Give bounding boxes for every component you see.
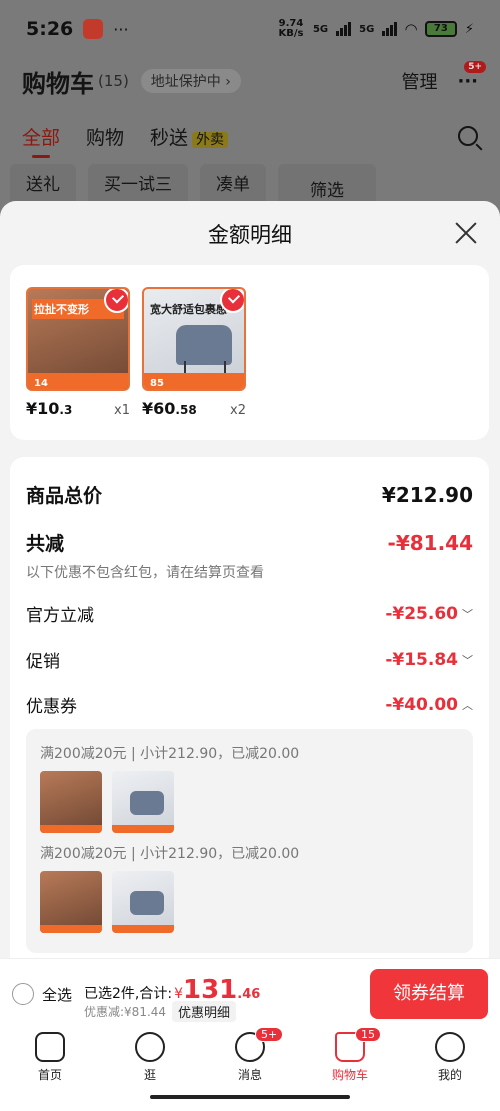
price-breakdown-card: 商品总价 ¥212.90 共减 -¥81.44 以下优惠不包含红包，请在结算页查… bbox=[10, 457, 489, 1017]
wifi-icon: ◠ bbox=[405, 20, 417, 38]
more-button[interactable]: ··· 5+ bbox=[457, 60, 486, 92]
home-indicator bbox=[150, 1095, 350, 1099]
official-label: 官方立减 bbox=[26, 606, 94, 626]
browse-icon bbox=[135, 1032, 165, 1062]
address-protect-label: 地址保护中 bbox=[150, 74, 221, 90]
cart-tabs: 全部 购物 秒送 外卖 bbox=[22, 120, 478, 158]
total-value: ¥212.90 bbox=[381, 482, 473, 507]
app-notification-icon bbox=[83, 19, 104, 39]
promo-label: 促销 bbox=[26, 652, 60, 672]
tab-instant-label: 秒送 bbox=[150, 126, 189, 149]
product-image: 拉扯不变形 14 bbox=[26, 287, 130, 391]
discount-detail-button[interactable]: 优惠明细 bbox=[172, 1001, 237, 1022]
background-page: 5:26 ··· 9.74 KB/s 5G 5G ◠ 73 ⚡ 购物车 (15)… bbox=[0, 0, 500, 210]
signal-icon-2 bbox=[382, 22, 398, 36]
discount-summary: 优惠减:¥81.44 优惠明细 bbox=[84, 1001, 237, 1022]
discount-note: 以下优惠不包含红包，请在结算页查看 bbox=[26, 565, 264, 581]
promo-value: -¥15.84 bbox=[385, 649, 458, 670]
home-icon bbox=[35, 1032, 65, 1062]
product-image-num: 85 bbox=[150, 378, 164, 389]
nav-profile[interactable]: 我的 bbox=[400, 1024, 500, 1111]
product-price: ¥10.3 bbox=[26, 399, 73, 418]
product-item[interactable]: 宽大舒适包裹感 85 ¥60.58 x2 bbox=[142, 287, 246, 418]
coupon-detail-box: 满200减20元 | 小计212.90，已减20.00 满200减20元 | 小… bbox=[26, 729, 473, 953]
nav-label: 消息 bbox=[237, 1068, 262, 1082]
status-bar: 5:26 ··· 9.74 KB/s 5G 5G ◠ 73 ⚡ bbox=[26, 14, 474, 44]
network-speed: 9.74 KB/s bbox=[278, 18, 304, 39]
charging-icon: ⚡ bbox=[464, 21, 474, 37]
nav-label: 我的 bbox=[437, 1068, 462, 1082]
cart-header: 购物车 (15) 地址保护中 › 管理 ··· 5+ bbox=[22, 60, 486, 98]
nav-label: 首页 bbox=[37, 1068, 62, 1082]
total-amount-dec: .46 bbox=[237, 987, 261, 1002]
promo-row[interactable]: 促销 -¥15.84 ﹀ bbox=[26, 647, 473, 673]
net-5g-label-2: 5G bbox=[359, 23, 375, 35]
status-dots: ··· bbox=[113, 19, 129, 39]
more-icon: ··· bbox=[457, 70, 478, 92]
checkout-bar: 全选 已选2件,合计: ¥ 131 .46 优惠减:¥81.44 优惠明细 领券… bbox=[0, 958, 500, 1024]
product-qty: x1 bbox=[114, 403, 130, 418]
coupon-product-image bbox=[112, 871, 174, 933]
profile-icon bbox=[435, 1032, 465, 1062]
messages-badge: 5+ bbox=[255, 1027, 284, 1042]
product-price: ¥60.58 bbox=[142, 399, 197, 418]
address-protect-button[interactable]: 地址保护中 › bbox=[140, 69, 241, 93]
net-5g-label: 5G bbox=[312, 23, 329, 35]
check-icon bbox=[104, 289, 128, 313]
search-icon[interactable] bbox=[458, 126, 478, 146]
official-row[interactable]: 官方立减 -¥25.60 ﹀ bbox=[26, 601, 473, 627]
coupon-product-image bbox=[40, 771, 102, 833]
tab-shopping[interactable]: 购物 bbox=[86, 123, 124, 150]
nav-label: 购物车 bbox=[331, 1068, 368, 1082]
reduce-label: 共减 bbox=[26, 533, 65, 555]
signal-icon bbox=[336, 22, 352, 36]
product-image: 宽大舒适包裹感 85 bbox=[142, 287, 246, 391]
tab-badge: 外卖 bbox=[192, 131, 229, 148]
chevron-up-icon: ︿ bbox=[462, 698, 473, 712]
coupon-label: 优惠券 bbox=[26, 697, 77, 717]
sheet-title: 金额明细 bbox=[208, 223, 292, 247]
nav-home[interactable]: 首页 bbox=[0, 1024, 100, 1111]
coupon-line: 满200减20元 | 小计212.90，已减20.00 bbox=[40, 746, 300, 762]
discount-text: 优惠减:¥81.44 bbox=[84, 1005, 167, 1019]
total-label: 商品总价 bbox=[26, 485, 103, 507]
coupon-value: -¥40.00 bbox=[385, 694, 458, 715]
reduce-value: -¥81.44 bbox=[387, 530, 473, 555]
check-icon bbox=[220, 289, 244, 313]
product-card: 拉扯不变形 14 ¥10.3 x1 宽大舒适包裹感 85 ¥60.58 x2 bbox=[10, 265, 489, 440]
status-time: 5:26 bbox=[26, 18, 74, 40]
cart-badge: 15 bbox=[355, 1027, 381, 1042]
reduce-row: 共减 -¥81.44 bbox=[26, 529, 473, 556]
checkout-button[interactable]: 领券结算 bbox=[370, 969, 488, 1019]
coupon-product-image bbox=[112, 771, 174, 833]
coupon-line: 满200减20元 | 小计212.90，已减20.00 bbox=[40, 846, 300, 862]
product-image-num: 14 bbox=[34, 378, 48, 389]
tab-instant[interactable]: 秒送 外卖 bbox=[150, 123, 229, 150]
selected-text: 已选2件,合计: bbox=[84, 986, 173, 1002]
tab-all[interactable]: 全部 bbox=[22, 123, 60, 158]
select-all-radio[interactable] bbox=[12, 983, 34, 1005]
total-row: 商品总价 ¥212.90 bbox=[26, 481, 473, 508]
coupon-row[interactable]: 优惠券 -¥40.00 ︿ bbox=[26, 692, 473, 718]
product-item[interactable]: 拉扯不变形 14 ¥10.3 x1 bbox=[26, 287, 130, 418]
chevron-down-icon: ﹀ bbox=[462, 607, 473, 621]
coupon-product-image bbox=[40, 871, 102, 933]
manage-button[interactable]: 管理 bbox=[401, 68, 437, 94]
battery-icon: 73 bbox=[424, 21, 457, 37]
page-title: 购物车 bbox=[22, 69, 94, 98]
chair-image bbox=[176, 325, 232, 365]
more-badge: 5+ bbox=[464, 60, 486, 73]
chevron-down-icon: ﹀ bbox=[462, 653, 473, 667]
bottom-nav: 首页 逛 5+ 消息 15 购物车 我的 bbox=[0, 1024, 500, 1111]
select-all-label[interactable]: 全选 bbox=[42, 984, 72, 1005]
close-icon[interactable] bbox=[454, 221, 478, 245]
official-value: -¥25.60 bbox=[385, 603, 458, 624]
product-qty: x2 bbox=[230, 403, 246, 418]
currency-symbol: ¥ bbox=[174, 986, 183, 1002]
nav-label: 逛 bbox=[143, 1068, 156, 1082]
cart-count: (15) bbox=[98, 72, 129, 90]
